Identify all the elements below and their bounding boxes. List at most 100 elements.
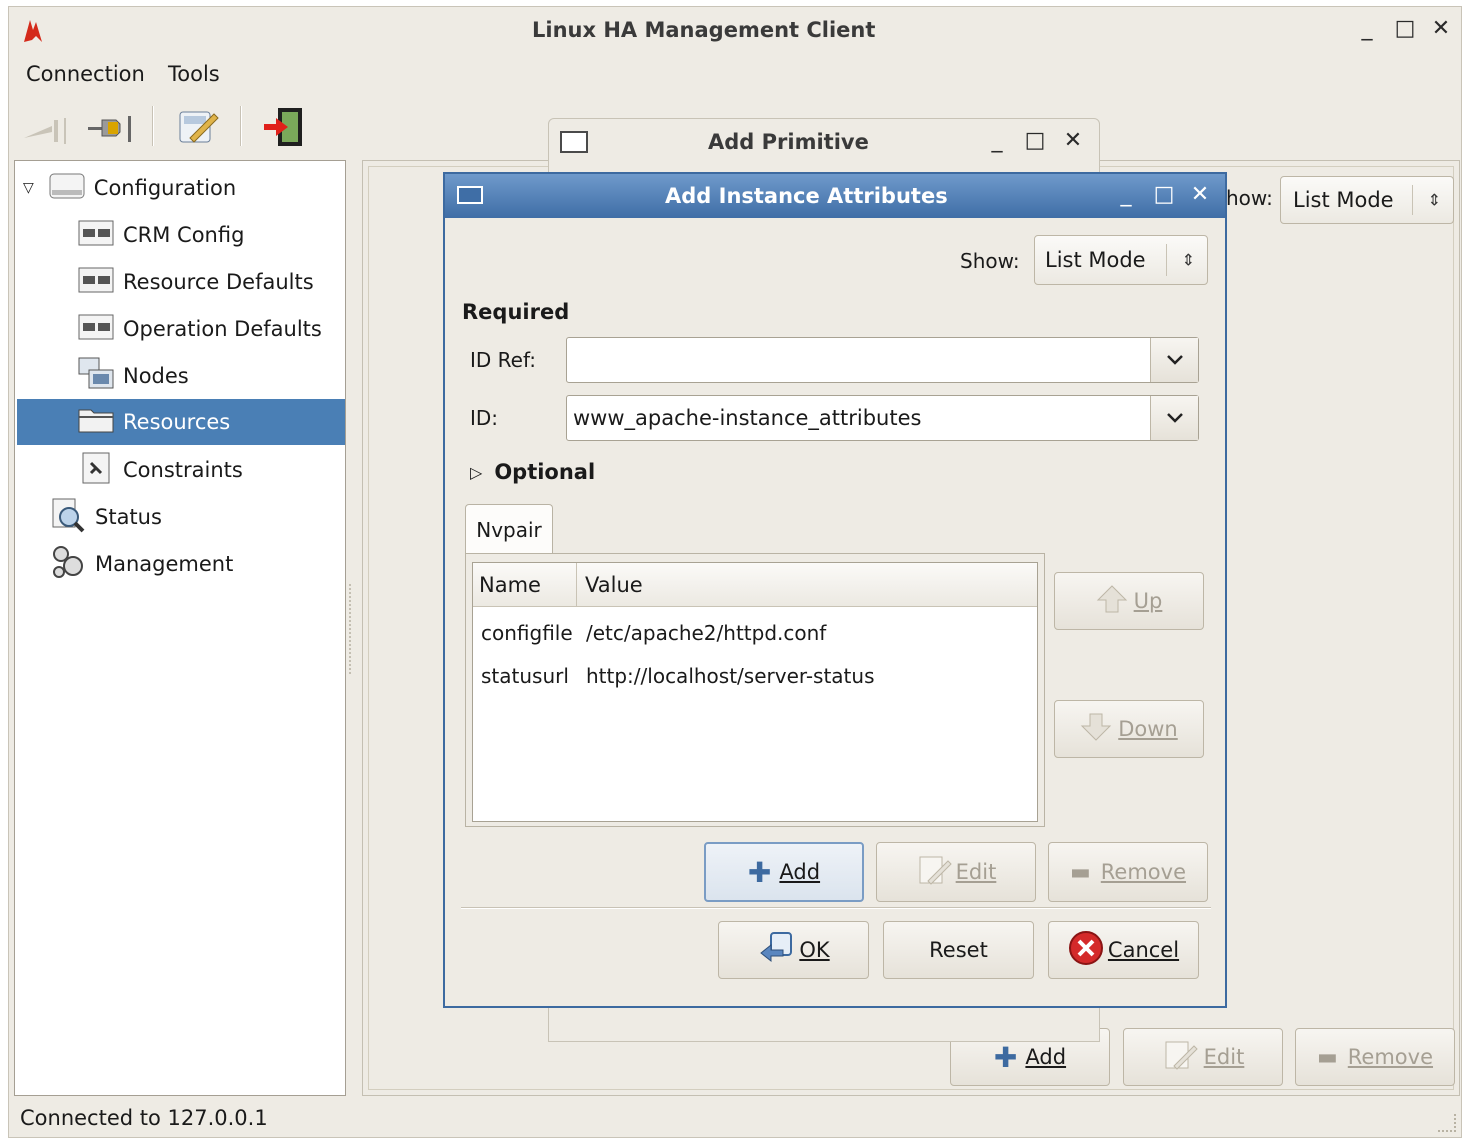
required-heading: Required	[462, 300, 570, 324]
dialog-title: Add Instance Attributes	[665, 184, 948, 208]
constraints-icon	[77, 451, 115, 490]
reset-button[interactable]: Reset	[883, 921, 1034, 979]
remove-button[interactable]: ▬ Remove	[1048, 842, 1208, 902]
edit-icon	[1162, 1038, 1198, 1077]
maximize-button[interactable]: □	[1022, 130, 1048, 156]
id-combo[interactable]: www_apache-instance_attributes	[566, 395, 1199, 441]
tree-item-label: Resources	[123, 410, 231, 434]
menu-connection[interactable]: Connection	[26, 62, 145, 86]
disconnect-icon[interactable]	[22, 108, 70, 148]
down-arrow-icon	[1080, 712, 1112, 747]
dialog-separator	[461, 907, 1211, 909]
navigation-tree: ▽ Configuration CRM Config Resource Defa…	[14, 160, 346, 1096]
window-title: Linux HA Management Client	[532, 18, 876, 42]
minus-icon: ▬	[1316, 1044, 1338, 1070]
tree-item-label: Configuration	[93, 176, 237, 200]
tree-item-operation-defaults[interactable]: Operation Defaults	[77, 306, 345, 352]
expand-arrow-icon: ▷	[470, 462, 483, 482]
tree-item-nodes[interactable]: Nodes	[77, 353, 345, 399]
cell-value: /etc/apache2/httpd.conf	[586, 621, 827, 645]
plus-icon: ✚	[993, 1040, 1018, 1074]
magnifier-icon	[49, 497, 87, 538]
maximize-button[interactable]: □	[1392, 18, 1418, 44]
tab-nvpair[interactable]: Nvpair	[465, 504, 553, 554]
wizard-icon[interactable]	[176, 106, 220, 148]
cancel-icon	[1068, 930, 1104, 971]
app-logo-icon	[20, 18, 46, 44]
table-row[interactable]: statusurl http://localhost/server-status	[473, 655, 1037, 699]
config-icon	[77, 217, 115, 254]
column-header-value[interactable]: Value	[577, 563, 1037, 607]
tree-item-label: CRM Config	[123, 223, 245, 247]
minimize-button[interactable]: _	[1354, 18, 1380, 44]
tree-item-configuration[interactable]: ▽ Configuration	[19, 165, 345, 211]
config-icon	[77, 311, 115, 348]
minimize-button[interactable]: _	[984, 130, 1010, 156]
primitive-dialog-title: Add Primitive	[708, 130, 869, 154]
show-label: how:	[1226, 186, 1273, 210]
drive-icon	[48, 170, 86, 207]
add-button[interactable]: ✚ Add	[704, 842, 864, 902]
minus-icon: ▬	[1069, 859, 1091, 885]
folder-icon	[77, 404, 115, 441]
view-mode-select[interactable]: List Mode ⇕	[1280, 176, 1454, 224]
show-label: Show:	[960, 249, 1020, 273]
status-text: Connected to 127.0.0.1	[20, 1106, 268, 1130]
up-arrow-icon	[1096, 584, 1128, 619]
close-button[interactable]: ✕	[1060, 130, 1086, 156]
edit-button[interactable]: Edit	[1123, 1028, 1283, 1086]
pane-splitter[interactable]	[349, 584, 357, 674]
toolbar-separator	[152, 106, 154, 146]
ok-button[interactable]: OK	[718, 921, 869, 979]
tree-item-status[interactable]: Status	[49, 494, 345, 540]
close-button[interactable]: ✕	[1428, 18, 1454, 44]
column-header-name[interactable]: Name	[473, 563, 577, 607]
edit-icon	[916, 853, 952, 892]
expand-arrow-icon[interactable]: ▽	[23, 180, 34, 196]
down-button[interactable]: Down	[1054, 700, 1204, 758]
tree-item-constraints[interactable]: Constraints	[77, 447, 345, 493]
statusbar: Connected to 127.0.0.1	[8, 1098, 1462, 1138]
config-icon	[77, 264, 115, 301]
cell-value: http://localhost/server-status	[586, 664, 875, 688]
remove-button[interactable]: ▬ Remove	[1295, 1028, 1455, 1086]
tree-item-resource-defaults[interactable]: Resource Defaults	[77, 259, 345, 305]
up-down-arrows-icon: ⇕	[1427, 190, 1441, 210]
id-ref-combo[interactable]	[566, 337, 1199, 383]
tree-item-resources[interactable]: Resources	[17, 399, 345, 445]
connect-icon[interactable]	[86, 108, 136, 148]
chevron-down-icon[interactable]	[1150, 396, 1198, 440]
nvpair-table: Name Value configfile /etc/apache2/httpd…	[472, 562, 1038, 822]
up-down-arrows-icon: ⇕	[1181, 250, 1195, 270]
window-menu-icon[interactable]	[560, 131, 588, 153]
up-button[interactable]: Up	[1054, 572, 1204, 630]
cell-name: statusurl	[481, 664, 569, 688]
chevron-down-icon[interactable]	[1150, 338, 1198, 382]
edit-button[interactable]: Edit	[876, 842, 1036, 902]
window-menu-icon[interactable]	[457, 186, 483, 204]
table-row[interactable]: configfile /etc/apache2/httpd.conf	[473, 611, 1037, 655]
optional-expander[interactable]: ▷ Optional	[470, 460, 595, 484]
cancel-button[interactable]: Cancel	[1048, 921, 1199, 979]
view-mode-select[interactable]: List Mode ⇕	[1034, 235, 1208, 285]
id-ref-label: ID Ref:	[470, 348, 537, 372]
cell-name: configfile	[481, 621, 573, 645]
gears-icon	[49, 544, 87, 585]
maximize-button[interactable]: □	[1151, 184, 1177, 210]
plus-icon: ✚	[747, 855, 772, 889]
tree-item-label: Status	[95, 505, 162, 529]
tree-item-label: Operation Defaults	[123, 317, 322, 341]
resize-grip-icon[interactable]	[1438, 1114, 1456, 1132]
tree-item-management[interactable]: Management	[49, 541, 345, 587]
exit-icon[interactable]	[262, 106, 306, 148]
ok-icon	[757, 931, 795, 970]
minimize-button[interactable]: _	[1113, 184, 1139, 210]
close-button[interactable]: ✕	[1187, 184, 1213, 210]
tree-item-crm-config[interactable]: CRM Config	[77, 212, 345, 258]
id-label: ID:	[470, 406, 499, 430]
tree-item-label: Management	[95, 552, 234, 576]
nodes-icon	[77, 356, 115, 397]
tree-item-label: Nodes	[123, 364, 189, 388]
menu-tools[interactable]: Tools	[168, 62, 220, 86]
tree-item-label: Constraints	[123, 458, 243, 482]
